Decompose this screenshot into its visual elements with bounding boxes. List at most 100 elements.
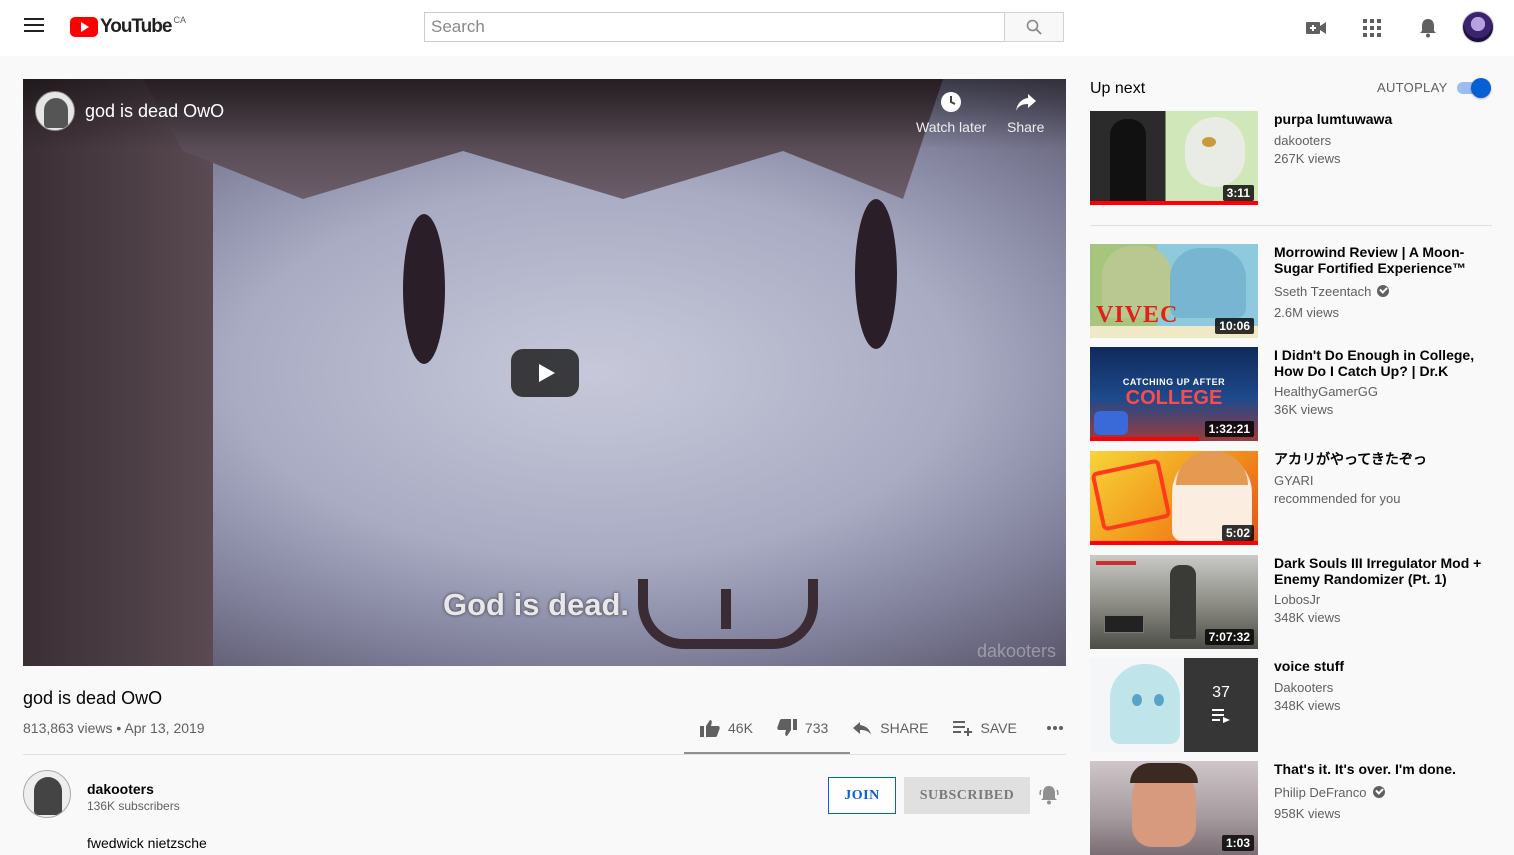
view-count: 348K views (1274, 610, 1341, 625)
account-avatar[interactable] (1462, 11, 1494, 43)
video-duration: 1:32:21 (1204, 421, 1254, 437)
join-button[interactable]: JOIN (828, 777, 896, 814)
apps-grid-icon[interactable] (1360, 16, 1384, 40)
youtube-play-icon (70, 17, 98, 37)
playlist-thumbnail[interactable]: 37 (1090, 658, 1258, 752)
logo-text: YouTube (100, 16, 172, 37)
channel-avatar[interactable] (23, 770, 71, 818)
video-title: I Didn't Do Enough in College, How Do I … (1274, 347, 1475, 379)
video-views-date: 813,863 views • Apr 13, 2019 (23, 720, 205, 736)
channel-name[interactable]: dakooters (87, 781, 154, 797)
share-label: SHARE (880, 720, 929, 736)
video-duration: 7:07:32 (1204, 629, 1254, 645)
search-button[interactable] (1004, 12, 1064, 42)
channel-name: LobosJr (1274, 592, 1321, 607)
recommended-video[interactable]: CATCHING UP AFTER COLLEGE 1:32:21 I Didn… (1090, 347, 1492, 441)
share-arrow-icon (1015, 94, 1036, 111)
video-duration: 3:11 (1222, 185, 1254, 201)
verified-badge-icon (1377, 285, 1390, 297)
thumbs-down-icon (777, 719, 797, 736)
divider (1090, 225, 1492, 226)
autoplay-label: AUTOPLAY (1377, 80, 1448, 95)
video-description: fwedwick nietzsche (87, 835, 207, 851)
verified-badge-icon (1372, 786, 1385, 798)
thumbnail-text: CATCHING UP AFTER (1122, 377, 1226, 387)
channel-name: Dakooters (1274, 680, 1334, 695)
video-thumbnail[interactable]: 7:07:32 (1090, 555, 1258, 649)
create-video-icon[interactable] (1304, 16, 1328, 40)
watch-later-button[interactable]: Watch later (916, 91, 986, 135)
recommended-video[interactable]: VIVEC 10:06 Morrowind Review | A Moon-Su… (1090, 244, 1492, 338)
video-duration: 1:03 (1221, 835, 1254, 851)
video-title: Morrowind Review | A Moon-Sugar Fortifie… (1274, 244, 1467, 276)
playlist-title: voice stuff (1274, 658, 1345, 674)
view-count: 36K views (1274, 402, 1334, 417)
subscribed-button[interactable]: SUBSCRIBED (904, 777, 1030, 814)
video-watermark: dakooters (976, 641, 1056, 661)
view-count: 2.6M views (1274, 305, 1340, 320)
video-thumbnail[interactable]: 3:11 (1090, 111, 1258, 205)
share-label: Share (1007, 119, 1045, 135)
video-thumbnail[interactable]: 1:03 (1090, 761, 1258, 855)
autoplay-toggle[interactable] (1457, 78, 1491, 98)
search-input[interactable]: Search (424, 12, 1005, 42)
like-button[interactable]: 46K (700, 719, 753, 737)
dislike-button[interactable]: 733 (777, 719, 828, 737)
video-title: アカリがやってきたぞっ (1274, 451, 1427, 467)
player-share-button[interactable]: Share (1007, 91, 1044, 135)
playlist-add-icon (952, 721, 972, 736)
share-icon (853, 722, 872, 735)
country-code: CA (173, 15, 186, 25)
video-thumbnail[interactable]: VIVEC 10:06 (1090, 244, 1258, 338)
notification-bell-icon[interactable] (1038, 784, 1062, 808)
watch-progress-bar (1090, 437, 1200, 441)
subscriber-count: 136K subscribers (87, 799, 180, 813)
playlist-icon (1212, 709, 1230, 723)
clock-icon (941, 92, 962, 112)
video-title: That's it. It's over. I'm done. (1274, 761, 1456, 777)
player-overlay-title[interactable]: god is dead OwO (85, 101, 224, 122)
masthead: YouTube CA Search (0, 0, 1514, 56)
watch-later-label: Watch later (916, 119, 987, 135)
divider (23, 754, 1066, 755)
watch-progress-bar (1090, 201, 1258, 205)
share-button[interactable]: SHARE (852, 720, 929, 736)
view-count: recommended for you (1274, 491, 1401, 506)
video-title: purpa lumtuwawa (1274, 111, 1393, 127)
more-actions-button[interactable] (1046, 726, 1071, 730)
video-player[interactable]: God is dead. dakooters god is dead OwO W… (23, 79, 1066, 666)
recommended-video[interactable]: 1:03 That's it. It's over. I'm done. Phi… (1090, 761, 1492, 855)
like-count: 46K (728, 720, 753, 736)
channel-name: HealthyGamerGG (1274, 384, 1379, 399)
thumbnail-text: COLLEGE (1125, 387, 1223, 409)
video-frame-caption: God is dead. (443, 587, 630, 622)
recommended-playlist[interactable]: 37 voice stuff Dakooters 348K views (1090, 658, 1492, 752)
thumbnail-text: VIVEC (1096, 302, 1179, 328)
recommended-video[interactable]: 3:11 purpa lumtuwawa dakooters 267K view… (1090, 111, 1492, 205)
view-count: 267K views (1274, 151, 1341, 166)
video-title: Dark Souls III Irregulator Mod + Enemy R… (1274, 555, 1482, 587)
recommended-video[interactable]: 5:02 アカリがやってきたぞっ GYARI recommended for y… (1090, 451, 1492, 545)
view-count: 348K views (1274, 698, 1341, 713)
channel-name: Philip DeFranco (1274, 785, 1385, 800)
play-button[interactable] (511, 349, 579, 397)
save-button[interactable]: SAVE (952, 720, 1017, 736)
video-thumbnail[interactable]: 5:02 (1090, 451, 1258, 545)
player-channel-avatar[interactable] (35, 91, 75, 131)
notifications-bell-icon[interactable] (1416, 16, 1440, 40)
video-actions: 46K 733 SHARE SAVE (700, 716, 1071, 740)
video-duration: 10:06 (1215, 318, 1254, 334)
video-duration: 5:02 (1221, 525, 1254, 541)
thumbs-up-icon (700, 720, 720, 737)
playlist-count-overlay: 37 (1184, 658, 1258, 752)
up-next-heading: Up next (1090, 80, 1146, 97)
view-count: 958K views (1274, 806, 1341, 821)
recommended-video[interactable]: 7:07:32 Dark Souls III Irregulator Mod +… (1090, 555, 1492, 649)
dislike-count: 733 (804, 720, 829, 736)
video-thumbnail[interactable]: CATCHING UP AFTER COLLEGE 1:32:21 (1090, 347, 1258, 441)
channel-name: dakooters (1274, 133, 1332, 148)
channel-name: GYARI (1274, 473, 1314, 488)
video-title: god is dead OwO (23, 688, 163, 708)
menu-icon[interactable] (24, 18, 46, 34)
youtube-logo[interactable]: YouTube CA (70, 15, 186, 38)
